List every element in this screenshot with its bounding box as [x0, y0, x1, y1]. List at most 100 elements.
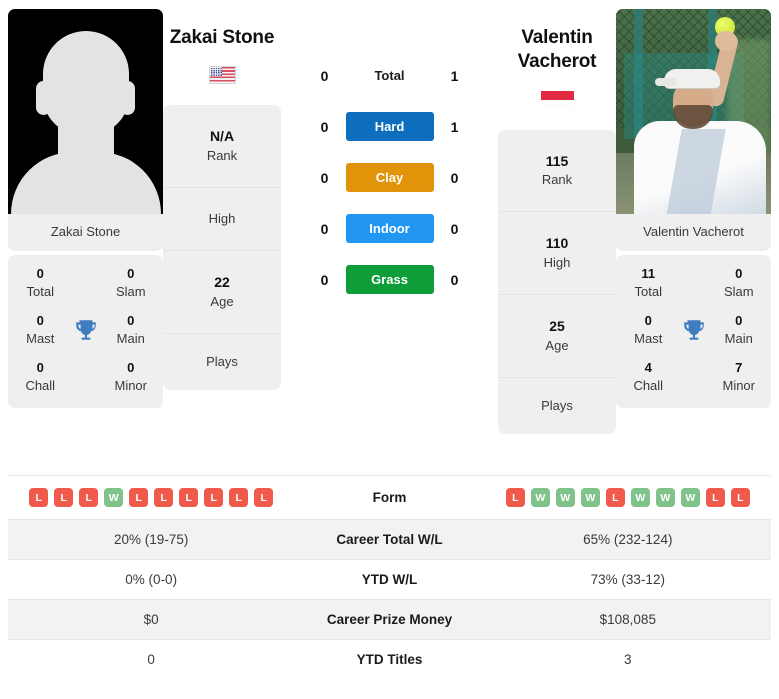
- stat-right-value: $108,085: [599, 612, 656, 627]
- right-titles-card: 11 Total 0 Slam 0 Mast 0 Main 4 Chall 7 …: [616, 255, 771, 409]
- right-player-flag: [498, 88, 616, 112]
- h2h-hard-right: 1: [450, 118, 459, 135]
- h2h-row-indoor: 0 Indoor 0: [281, 214, 498, 243]
- left-plays-label: Plays: [206, 354, 238, 370]
- h2h-row-grass: 0 Grass 0: [281, 265, 498, 294]
- head-to-head-column: 0 Total 1 0 Hard 1 0 Clay 0 0 Indoor 0 0: [281, 9, 498, 294]
- stat-label: Career Total W/L: [336, 532, 443, 547]
- left-player-name[interactable]: Zakai Stone: [163, 26, 281, 50]
- form-badge: W: [655, 488, 675, 507]
- h2h-clay-right: 0: [450, 169, 459, 186]
- table-row: $0 Career Prize Money $108,085: [8, 599, 771, 640]
- table-row-form: LLLWLLLLLL Form LWWWLWWWLL: [8, 475, 771, 520]
- left-player-photo-card[interactable]: Zakai Stone: [8, 9, 163, 251]
- right-titles-main: 0 Main: [713, 312, 766, 347]
- form-badge: L: [730, 488, 750, 507]
- surface-badge-indoor[interactable]: Indoor: [345, 214, 434, 243]
- form-badge: L: [29, 488, 49, 507]
- left-player-meta-card: N/A Rank High 22 Age Plays: [163, 105, 281, 391]
- form-left-list: LLLWLLLLLL: [14, 488, 288, 507]
- stat-right-value: 73% (33-12): [590, 572, 665, 587]
- right-player-name[interactable]: Valentin Vacherot: [498, 26, 616, 75]
- form-badge: L: [154, 488, 174, 507]
- right-player-photo-card[interactable]: Valentin Vacherot: [616, 9, 771, 251]
- right-titles-main-value: 0: [735, 313, 743, 329]
- form-badge: L: [505, 488, 525, 507]
- table-row: 0 YTD Titles 3: [8, 639, 771, 680]
- left-titles-slam: 0 Slam: [105, 265, 158, 300]
- left-titles-slam-value: 0: [127, 266, 135, 281]
- right-rank-value: 115: [545, 152, 569, 169]
- left-titles-total-label: Total: [26, 283, 54, 299]
- h2h-indoor-right: 0: [450, 220, 459, 237]
- form-badge: L: [54, 488, 74, 507]
- left-titles-slam-label: Slam: [115, 283, 146, 299]
- comparison-header: Zakai Stone 0 Total 0 Slam 0 Mast 0 Main…: [0, 0, 779, 475]
- surface-badge-hard[interactable]: Hard: [345, 112, 434, 141]
- right-player-photo-name: Valentin Vacherot: [616, 214, 771, 251]
- left-titles-mast-value: 0: [36, 313, 44, 329]
- left-titles-minor-label: Minor: [114, 377, 147, 393]
- right-titles-mast: 0 Mast: [622, 312, 675, 347]
- right-titles-total: 11 Total: [622, 265, 675, 300]
- surface-badge-clay[interactable]: Clay: [345, 163, 434, 192]
- left-titles-mast: 0 Mast: [14, 312, 67, 347]
- form-left-cell: LLLWLLLLLL: [8, 476, 294, 520]
- right-high-value: 110: [545, 235, 569, 252]
- monaco-flag-icon: [540, 91, 574, 109]
- form-badge: W: [630, 488, 650, 507]
- form-badge: L: [129, 488, 149, 507]
- table-row: 20% (19-75) Career Total W/L 65% (232-124): [8, 519, 771, 560]
- right-titles-minor: 7 Minor: [713, 359, 766, 394]
- placeholder-avatar-icon: [8, 9, 163, 214]
- h2h-grass-right: 0: [450, 271, 459, 288]
- left-rank-row: N/A Rank: [163, 105, 281, 189]
- form-badge: W: [530, 488, 550, 507]
- right-player-column: Valentin Vacherot 11 Total 0 Slam 0 Mast…: [616, 9, 771, 409]
- right-high-row: 110 High: [498, 212, 616, 296]
- h2h-row-hard: 0 Hard 1: [281, 112, 498, 141]
- left-player-column: Zakai Stone 0 Total 0 Slam 0 Mast 0 Main…: [8, 9, 163, 409]
- stat-left-value: $0: [143, 612, 159, 627]
- left-player-photo-name: Zakai Stone: [8, 214, 163, 251]
- right-titles-total-value: 11: [641, 266, 656, 281]
- left-plays-row: Plays: [163, 334, 281, 390]
- left-titles-main-value: 0: [127, 313, 135, 329]
- stat-label: YTD Titles: [356, 652, 423, 667]
- us-flag-icon: [208, 66, 236, 85]
- h2h-clay-left: 0: [320, 169, 329, 186]
- right-titles-minor-label: Minor: [722, 377, 755, 393]
- right-player-name-line1: Valentin: [521, 27, 593, 48]
- left-titles-chall-label: Chall: [25, 377, 56, 393]
- right-titles-slam-label: Slam: [723, 283, 754, 299]
- form-label: Form: [372, 490, 407, 505]
- left-age-value: 22: [214, 274, 230, 291]
- form-badge: L: [229, 488, 249, 507]
- form-badge: L: [605, 488, 625, 507]
- form-badge: W: [580, 488, 600, 507]
- stats-comparison-table: LLLWLLLLLL Form LWWWLWWWLL 20% (19-75) Ca…: [8, 475, 771, 679]
- stat-label: Career Prize Money: [326, 612, 453, 627]
- form-badge: L: [254, 488, 274, 507]
- form-badge: W: [104, 488, 124, 507]
- right-titles-chall-value: 4: [644, 360, 652, 376]
- left-titles-card: 0 Total 0 Slam 0 Mast 0 Main 0 Chall 0 M…: [8, 255, 163, 409]
- right-rank-label: Rank: [541, 172, 573, 188]
- surface-badge-grass[interactable]: Grass: [345, 265, 434, 294]
- right-player-meta-card: 115 Rank 110 High 25 Age Plays: [498, 129, 616, 435]
- h2h-indoor-left: 0: [320, 220, 329, 237]
- form-badge: L: [705, 488, 725, 507]
- player-comparison-page: Zakai Stone 0 Total 0 Slam 0 Mast 0 Main…: [0, 0, 779, 699]
- form-badge: L: [179, 488, 199, 507]
- h2h-hard-left: 0: [320, 118, 329, 135]
- right-titles-main-label: Main: [724, 330, 753, 346]
- left-rank-label: Rank: [206, 147, 238, 163]
- left-age-row: 22 Age: [163, 251, 281, 335]
- stat-right-value: 65% (232-124): [583, 532, 673, 547]
- right-titles-slam-value: 0: [735, 266, 743, 281]
- h2h-row-total: 0 Total 1: [281, 61, 498, 90]
- right-high-label: High: [543, 255, 571, 270]
- right-player-info: Valentin Vacherot 115 Rank 110 High 25 A…: [498, 9, 616, 435]
- left-rank-value: N/A: [209, 128, 235, 145]
- stat-left-value: 20% (19-75): [114, 532, 189, 547]
